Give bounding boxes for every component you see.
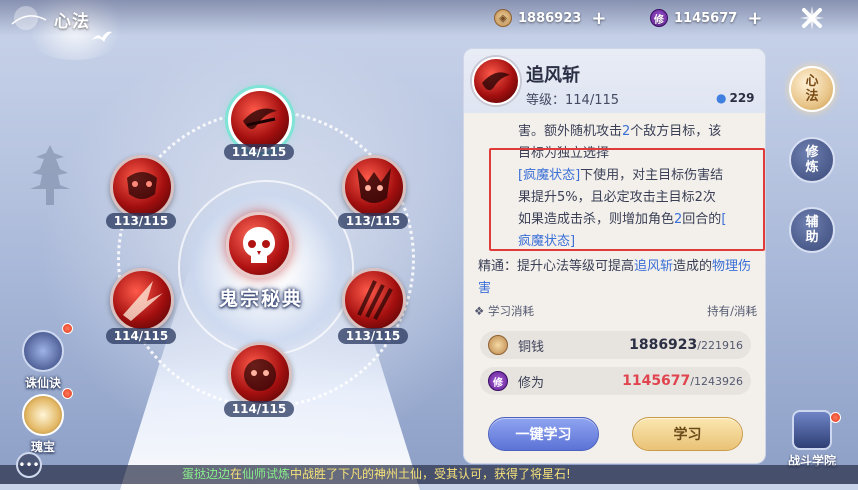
add-cultivation-button[interactable]: + bbox=[747, 8, 762, 29]
close-button[interactable] bbox=[798, 4, 826, 32]
cultivation-amount: 1145677 bbox=[674, 10, 738, 26]
chat-bubble-icon: ••• bbox=[18, 458, 40, 472]
cultivation-resource: 修 1145677 + bbox=[650, 8, 762, 29]
notification-dot bbox=[62, 388, 73, 399]
skill-level: 等级：114/115 bbox=[526, 93, 620, 108]
copper-amount: 1886923 bbox=[518, 10, 582, 26]
skill-node-lower-right[interactable] bbox=[342, 268, 406, 332]
blade-skill-icon bbox=[243, 108, 277, 130]
skill-node-level: 113/115 bbox=[106, 213, 176, 229]
page-title: 心法 bbox=[54, 12, 90, 32]
selected-skill-icon bbox=[472, 57, 520, 105]
tab-label: 修炼 bbox=[805, 145, 819, 175]
skill-node-upper-left[interactable] bbox=[110, 155, 174, 219]
add-copper-button[interactable]: + bbox=[591, 8, 606, 29]
highlight-frame bbox=[489, 148, 765, 251]
demon-face-icon bbox=[357, 168, 391, 203]
demon-mask-icon bbox=[127, 172, 157, 199]
blade-skill-icon bbox=[482, 72, 510, 91]
cost-columns-label: 持有/消耗 bbox=[707, 304, 757, 318]
zhuxian-icon bbox=[22, 330, 64, 372]
copper-coin-icon bbox=[488, 335, 508, 355]
skill-power-badge: ● 229 bbox=[710, 89, 761, 107]
skill-node-bottom[interactable] bbox=[228, 342, 292, 406]
treasure-label: 瑰宝 bbox=[30, 440, 55, 454]
cost-row-copper: 铜钱 1886923 /221916 bbox=[480, 331, 751, 359]
claw-strike-icon bbox=[357, 280, 393, 320]
pagoda-silhouette bbox=[30, 145, 70, 205]
skill-node-lower-left[interactable] bbox=[110, 268, 174, 332]
tab-xinfa[interactable]: 心法 bbox=[789, 66, 835, 112]
cost-need: /221916 bbox=[697, 338, 743, 352]
ticker-message: 蛋挞边边在仙师试炼中战胜了下凡的神州土仙，受其认可，获得了将星石! bbox=[182, 467, 571, 481]
water-drop-icon: ● bbox=[716, 91, 727, 105]
one-key-learn-button[interactable]: 一键学习 bbox=[488, 417, 599, 451]
notification-dot bbox=[830, 412, 841, 423]
zhuxian-button[interactable]: 诛仙诀 bbox=[18, 330, 68, 391]
chat-button[interactable]: ••• bbox=[16, 452, 42, 478]
crane-icon bbox=[92, 31, 112, 42]
tab-fuzhu[interactable]: 辅助 bbox=[789, 207, 835, 253]
tab-xiulian[interactable]: 修炼 bbox=[789, 137, 835, 183]
notification-dot bbox=[62, 323, 73, 334]
cultivation-icon: 修 bbox=[650, 9, 668, 27]
cost-label: 修为 bbox=[518, 375, 545, 391]
skill-detail-panel: 追风斩 等级：114/115 ● 229 害。额外随机攻击2个敌方目标，该 目标… bbox=[463, 48, 766, 464]
demon-beast-icon bbox=[244, 359, 276, 391]
zhuxian-label: 诛仙诀 bbox=[24, 376, 61, 390]
learn-button[interactable]: 学习 bbox=[632, 417, 743, 451]
copper-coin-icon: ◈ bbox=[494, 9, 512, 27]
flame-slash-icon bbox=[123, 281, 163, 321]
skill-node-level: 114/115 bbox=[106, 328, 176, 344]
cost-title: ❖ 学习消耗 bbox=[474, 304, 534, 318]
close-icon bbox=[800, 6, 824, 30]
refine-text: 精通：提升心法等级可提高追风斩造成的物理伤害 bbox=[478, 259, 752, 296]
tab-label: 辅助 bbox=[805, 215, 819, 245]
skill-node-level: 113/115 bbox=[338, 213, 408, 229]
skill-power-value: 229 bbox=[729, 91, 755, 105]
copper-resource: ◈ 1886923 + bbox=[494, 8, 606, 29]
sect-title: 鬼宗秘典 bbox=[218, 288, 303, 310]
skill-node-upper-right[interactable] bbox=[342, 155, 406, 219]
cost-label: 铜钱 bbox=[518, 339, 545, 355]
treasure-button[interactable]: 瑰宝 bbox=[18, 394, 68, 455]
tab-label: 心法 bbox=[805, 74, 819, 104]
skill-detail-header: 追风斩 等级：114/115 ● 229 bbox=[464, 49, 765, 113]
demon-skull-icon bbox=[243, 227, 275, 263]
skill-node-level: 114/115 bbox=[224, 401, 294, 417]
title-ornament-icon bbox=[11, 6, 47, 30]
treasure-icon bbox=[22, 394, 64, 436]
cost-need: /1243926 bbox=[690, 374, 743, 388]
desc-line: 害。额外随机攻击2个敌方目标，该 bbox=[518, 124, 722, 139]
skill-node-level: 114/115 bbox=[224, 144, 294, 160]
cost-have: 1886923 bbox=[629, 337, 698, 353]
cultivation-icon: 修 bbox=[488, 371, 508, 391]
sect-emblem[interactable] bbox=[226, 212, 292, 278]
cost-header: ❖ 学习消耗 持有/消耗 bbox=[474, 303, 757, 319]
cost-row-cultivation: 修 修为 1145677 /1243926 bbox=[480, 367, 751, 395]
system-ticker: 蛋挞边边在仙师试炼中战胜了下凡的神州土仙，受其认可，获得了将星石! bbox=[0, 465, 858, 484]
skill-name: 追风斩 bbox=[526, 65, 580, 86]
academy-icon bbox=[792, 410, 832, 450]
skill-node-level: 113/115 bbox=[338, 328, 408, 344]
skill-node-top[interactable] bbox=[228, 88, 292, 152]
cost-have: 1145677 bbox=[622, 373, 691, 389]
